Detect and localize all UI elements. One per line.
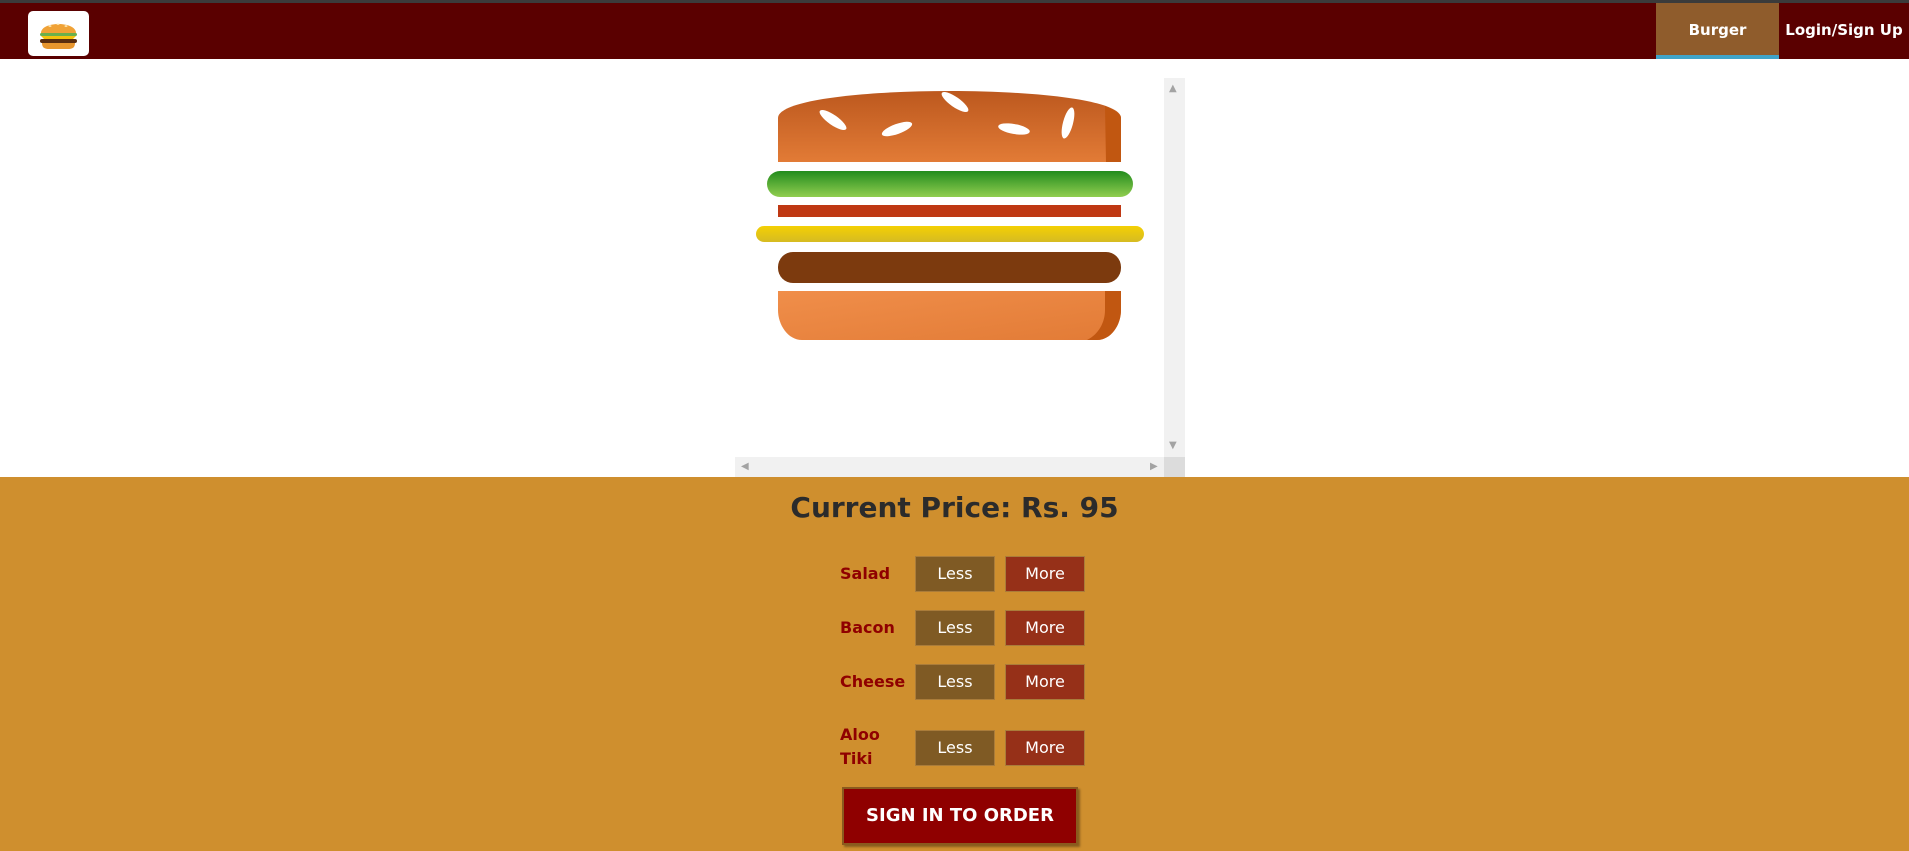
cheese-layer [756, 226, 1144, 242]
aloo-tiki-less-button[interactable]: Less [915, 730, 995, 766]
aloo-tiki-more-button[interactable]: More [1005, 730, 1085, 766]
bacon-more-button[interactable]: More [1005, 610, 1085, 646]
scroll-down-icon[interactable]: ▼ [1169, 441, 1177, 451]
salad-more-button[interactable]: More [1005, 556, 1085, 592]
nav-burger-builder[interactable]: Burger Builder [1656, 3, 1779, 93]
burger-icon [40, 23, 77, 49]
salad-less-button[interactable]: Less [915, 556, 995, 592]
bacon-less-button[interactable]: Less [915, 610, 995, 646]
bread-top [778, 91, 1121, 162]
vertical-scrollbar[interactable]: ▲ ▼ [1164, 78, 1185, 457]
bread-bottom [778, 291, 1121, 340]
scroll-left-icon[interactable]: ◀ [741, 462, 749, 472]
ingredient-label-bacon: Bacon [840, 618, 895, 637]
nav-login-signup[interactable]: Login/Sign Up [1779, 3, 1909, 59]
toolbar: Burger Builder Login/Sign Up [0, 0, 1909, 93]
salad-layer [767, 171, 1133, 197]
burger-preview [735, 78, 1185, 477]
current-price: Current Price: Rs. 95 [790, 491, 1119, 524]
ingredient-label-salad: Salad [840, 564, 891, 583]
build-controls: Current Price: Rs. 95 Salad Less More Ba… [0, 477, 1909, 851]
burger-logo[interactable] [28, 11, 89, 56]
scrollbar-corner [1164, 457, 1185, 477]
ingredient-label-aloo-tiki: Aloo Tiki [840, 725, 880, 768]
burger-illustration [756, 91, 1144, 340]
aloo-tiki-layer [778, 252, 1121, 283]
ingredient-label-cheese: Cheese [840, 672, 906, 691]
sign-in-to-order-button[interactable]: SIGN IN TO ORDER [842, 787, 1078, 845]
scroll-up-icon[interactable]: ▲ [1169, 84, 1177, 94]
scroll-right-icon[interactable]: ▶ [1150, 462, 1158, 472]
cheese-more-button[interactable]: More [1005, 664, 1085, 700]
horizontal-scrollbar[interactable]: ◀ ▶ [735, 457, 1164, 477]
bacon-layer [778, 205, 1121, 217]
cheese-less-button[interactable]: Less [915, 664, 995, 700]
